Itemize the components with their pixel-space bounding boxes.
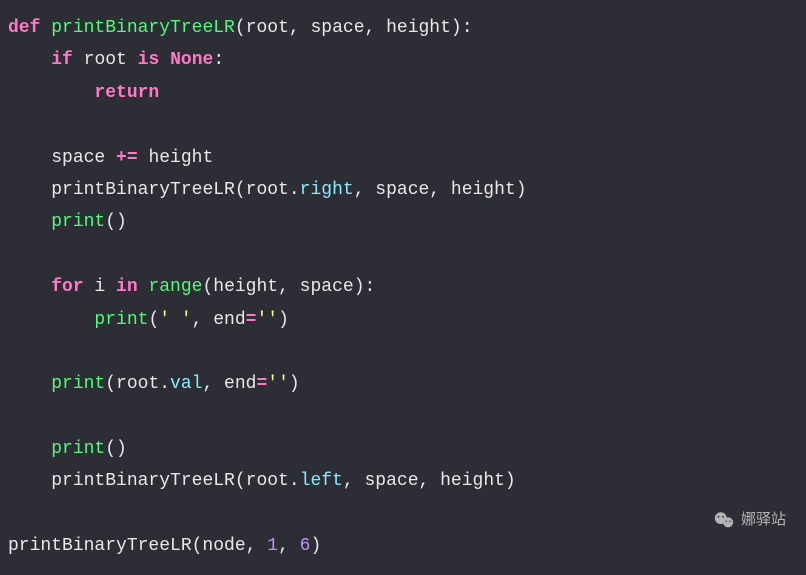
property-val: val xyxy=(170,374,202,394)
code-line: print(' ', end='') xyxy=(8,310,289,330)
watermark-text: 娜驿站 xyxy=(741,506,786,533)
code-line: for i in range(height, space): xyxy=(8,277,375,297)
number-literal: 6 xyxy=(300,536,311,556)
keyword-none: None xyxy=(170,50,213,70)
paren: ( xyxy=(235,18,246,38)
property-left: left xyxy=(300,471,343,491)
keyword-in: in xyxy=(116,277,138,297)
code-line: printBinaryTreeLR(root.left, space, heig… xyxy=(8,471,516,491)
code-editor: def printBinaryTreeLR(root, space, heigh… xyxy=(0,0,806,575)
params: root, space, height xyxy=(246,18,451,38)
keyword-def: def xyxy=(8,18,40,38)
keyword-for: for xyxy=(51,277,83,297)
property-right: right xyxy=(300,180,354,200)
number-literal: 1 xyxy=(267,536,278,556)
code-line: def printBinaryTreeLR(root, space, heigh… xyxy=(8,18,473,38)
code-line: printBinaryTreeLR(root.right, space, hei… xyxy=(8,180,527,200)
keyword-is: is xyxy=(138,50,160,70)
code-line: space += height xyxy=(8,148,213,168)
code-line: printBinaryTreeLR(node, 1, 6) xyxy=(8,536,321,556)
string-literal: '' xyxy=(267,374,289,394)
variable: root xyxy=(84,50,127,70)
builtin-print: print xyxy=(51,212,105,232)
code-line: print() xyxy=(8,212,127,232)
wechat-icon xyxy=(713,509,735,531)
paren-close: ): xyxy=(451,18,473,38)
code-line: return xyxy=(8,83,159,103)
operator: += xyxy=(116,148,138,168)
code-line: if root is None: xyxy=(8,50,224,70)
function-name: printBinaryTreeLR xyxy=(51,18,235,38)
builtin-range: range xyxy=(148,277,202,297)
keyword-if: if xyxy=(51,50,73,70)
builtin-print: print xyxy=(51,439,105,459)
string-literal: '' xyxy=(256,310,278,330)
code-line: print() xyxy=(8,439,127,459)
watermark: 娜驿站 xyxy=(713,506,786,533)
string-literal: ' ' xyxy=(159,310,191,330)
builtin-print: print xyxy=(51,374,105,394)
keyword-return: return xyxy=(94,83,159,103)
builtin-print: print xyxy=(94,310,148,330)
code-line: print(root.val, end='') xyxy=(8,374,300,394)
